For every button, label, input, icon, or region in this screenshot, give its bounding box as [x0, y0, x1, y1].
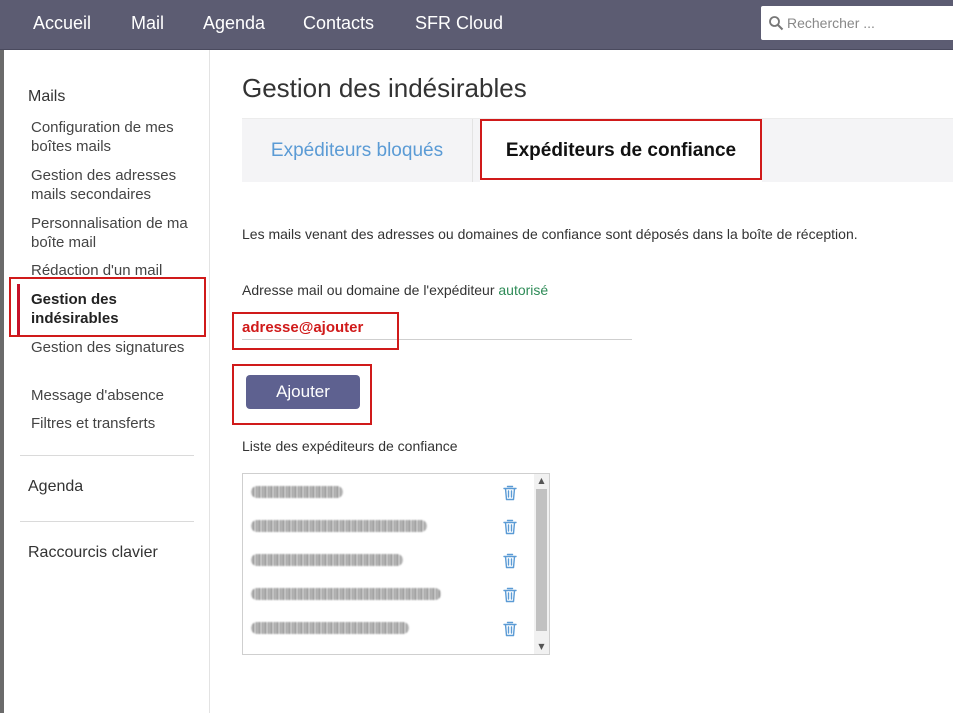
redacted-address — [251, 554, 403, 566]
scroll-up-arrow-icon[interactable]: ▲ — [534, 474, 549, 488]
top-nav-bar: Accueil Mail Agenda Contacts SFR Cloud — [0, 0, 953, 50]
scroll-thumb[interactable] — [536, 489, 547, 631]
nav-item-accueil[interactable]: Accueil — [33, 13, 91, 34]
sidebar-item-configuration-boites[interactable]: Configuration de mes boîtes mails — [31, 118, 203, 156]
scroll-down-arrow-icon[interactable]: ▼ — [534, 640, 549, 654]
sidebar-item-indesirables[interactable]: Gestion des indésirables — [31, 290, 203, 328]
settings-sidebar: Mails Configuration de mes boîtes mails … — [4, 50, 210, 713]
trusted-senders-list[interactable]: ▲ ▼ — [242, 473, 550, 655]
list-item — [243, 510, 535, 544]
sidebar-section-mails[interactable]: Mails — [28, 88, 65, 106]
add-sender-button[interactable]: Ajouter — [246, 375, 360, 409]
trash-icon[interactable] — [501, 484, 519, 502]
trash-icon[interactable] — [501, 620, 519, 638]
trusted-list-label: Liste des expéditeurs de confiance — [242, 438, 458, 454]
page-title: Gestion des indésirables — [242, 73, 527, 103]
trash-icon[interactable] — [501, 518, 519, 536]
redacted-address — [251, 622, 409, 634]
redacted-address — [251, 520, 427, 532]
sidebar-item-signatures[interactable]: Gestion des signatures — [31, 338, 203, 357]
address-field-label-accent: autorisé — [498, 282, 549, 298]
trash-icon[interactable] — [501, 586, 519, 604]
tab-expediteurs-bloques[interactable]: Expéditeurs bloqués — [242, 119, 473, 182]
tab-bar: Expéditeurs bloqués Expéditeurs de confi… — [242, 118, 953, 182]
address-field-label-text: Adresse mail ou domaine de l'expéditeur — [242, 282, 495, 298]
tab-expediteurs-confiance[interactable]: Expéditeurs de confiance — [480, 119, 762, 182]
list-scrollbar[interactable]: ▲ ▼ — [534, 474, 549, 654]
sidebar-item-redaction[interactable]: Rédaction d'un mail — [31, 261, 203, 280]
sidebar-divider — [20, 455, 194, 456]
sidebar-item-filtres-transferts[interactable]: Filtres et transferts — [31, 414, 203, 433]
list-item — [243, 612, 535, 646]
sidebar-section-agenda[interactable]: Agenda — [28, 478, 83, 496]
sidebar-divider — [20, 521, 194, 522]
trusted-senders-description: Les mails venant des adresses ou domaine… — [242, 226, 858, 242]
nav-item-contacts[interactable]: Contacts — [303, 13, 374, 34]
sender-address-input[interactable] — [242, 316, 632, 340]
trash-icon[interactable] — [501, 552, 519, 570]
active-item-indicator — [17, 284, 20, 335]
sidebar-item-adresses-secondaires[interactable]: Gestion des adresses mails secondaires — [31, 166, 203, 204]
sidebar-item-personnalisation[interactable]: Personnalisation de ma boîte mail — [31, 214, 203, 252]
list-item — [243, 476, 535, 510]
list-item — [243, 578, 535, 612]
nav-item-agenda[interactable]: Agenda — [203, 13, 265, 34]
search-input[interactable] — [787, 6, 953, 40]
redacted-address — [251, 588, 441, 600]
sidebar-item-message-absence[interactable]: Message d'absence — [31, 386, 203, 405]
redacted-address — [251, 486, 343, 498]
sidebar-section-raccourcis[interactable]: Raccourcis clavier — [28, 544, 158, 562]
nav-item-mail[interactable]: Mail — [131, 13, 164, 34]
list-item — [243, 544, 535, 578]
address-field-label: Adresse mail ou domaine de l'expéditeur … — [242, 282, 548, 298]
search-box — [761, 6, 953, 40]
search-icon[interactable] — [768, 15, 784, 31]
nav-item-sfr-cloud[interactable]: SFR Cloud — [415, 13, 503, 34]
